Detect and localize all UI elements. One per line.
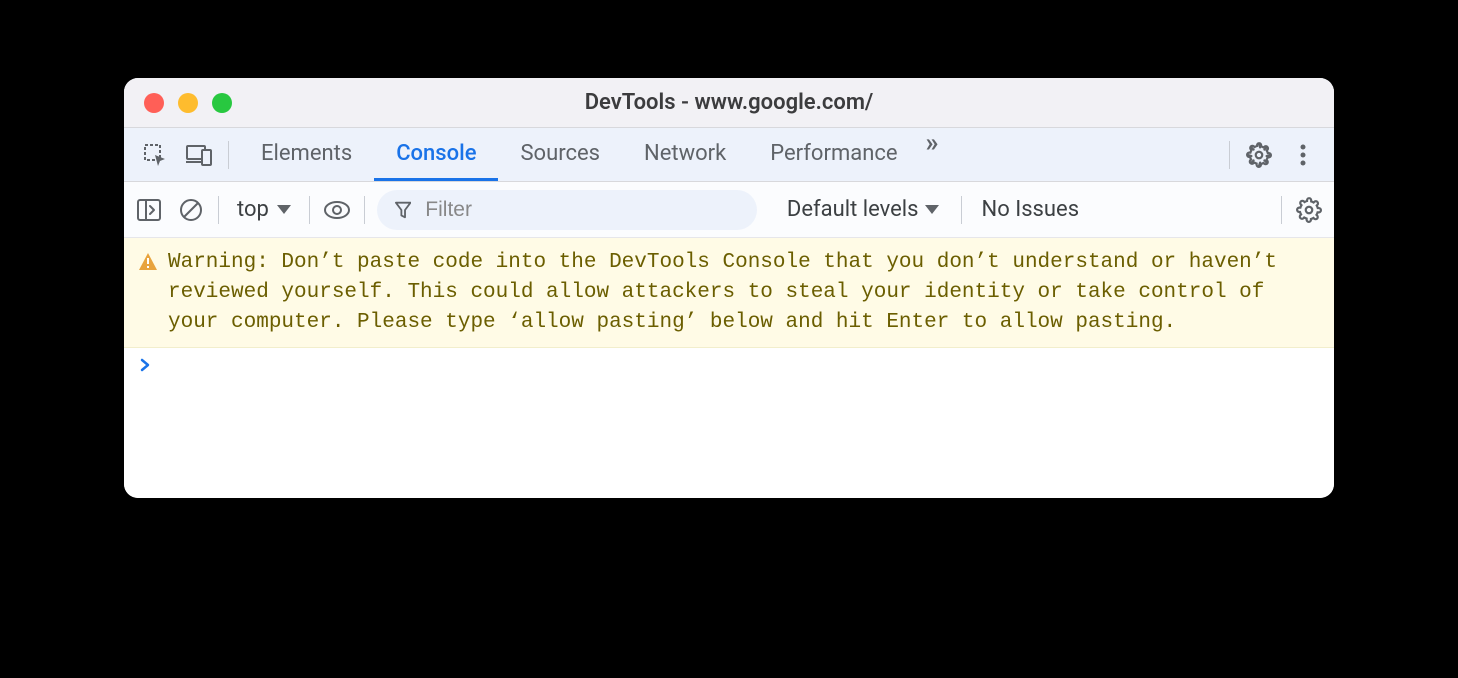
console-toolbar: top Default levels No Issues xyxy=(124,182,1334,238)
console-warning-row: Warning: Don’t paste code into the DevTo… xyxy=(124,238,1334,348)
toggle-sidebar-icon[interactable] xyxy=(134,195,164,225)
tab-performance[interactable]: Performance xyxy=(748,128,919,181)
chevron-down-icon xyxy=(925,205,939,214)
log-levels-dropdown[interactable]: Default levels xyxy=(787,197,939,222)
clear-console-icon[interactable] xyxy=(176,195,206,225)
prompt-chevron-icon xyxy=(140,358,152,372)
close-window-button[interactable] xyxy=(144,93,164,113)
console-warning-text: Warning: Don’t paste code into the DevTo… xyxy=(168,248,1316,337)
window-title: DevTools - www.google.com/ xyxy=(124,90,1334,115)
kebab-menu-icon[interactable] xyxy=(1288,140,1318,170)
divider xyxy=(1229,141,1230,169)
execution-context-label: top xyxy=(237,197,269,222)
warning-icon xyxy=(138,252,158,272)
divider xyxy=(1281,196,1282,224)
divider xyxy=(228,141,229,169)
traffic-lights xyxy=(144,93,232,113)
titlebar: DevTools - www.google.com/ xyxy=(124,78,1334,128)
filter-input[interactable] xyxy=(425,198,739,222)
zoom-window-button[interactable] xyxy=(212,93,232,113)
log-levels-label: Default levels xyxy=(787,197,919,222)
settings-icon[interactable] xyxy=(1244,140,1274,170)
console-settings-icon[interactable] xyxy=(1294,195,1324,225)
divider xyxy=(218,196,219,224)
live-expression-icon[interactable] xyxy=(322,195,352,225)
panel-tabs-bar: Elements Console Sources Network Perform… xyxy=(124,128,1334,182)
inspect-element-icon[interactable] xyxy=(140,140,170,170)
chevron-down-icon xyxy=(277,205,291,214)
tab-network[interactable]: Network xyxy=(622,128,748,181)
filter-field[interactable] xyxy=(377,190,757,230)
device-toolbar-icon[interactable] xyxy=(184,140,214,170)
tab-console[interactable]: Console xyxy=(374,128,498,181)
more-tabs-button[interactable]: » xyxy=(920,128,941,181)
divider xyxy=(961,196,962,224)
minimize-window-button[interactable] xyxy=(178,93,198,113)
divider xyxy=(309,196,310,224)
console-messages: Warning: Don’t paste code into the DevTo… xyxy=(124,238,1334,498)
tab-elements[interactable]: Elements xyxy=(239,128,374,181)
filter-icon xyxy=(395,201,411,219)
issues-button[interactable]: No Issues xyxy=(982,197,1080,222)
console-prompt[interactable] xyxy=(124,348,1334,382)
devtools-window: DevTools - www.google.com/ Elements C xyxy=(124,78,1334,498)
execution-context-dropdown[interactable]: top xyxy=(231,197,297,222)
tab-sources[interactable]: Sources xyxy=(498,128,622,181)
panel-tabs: Elements Console Sources Network Perform… xyxy=(239,128,920,181)
divider xyxy=(364,196,365,224)
